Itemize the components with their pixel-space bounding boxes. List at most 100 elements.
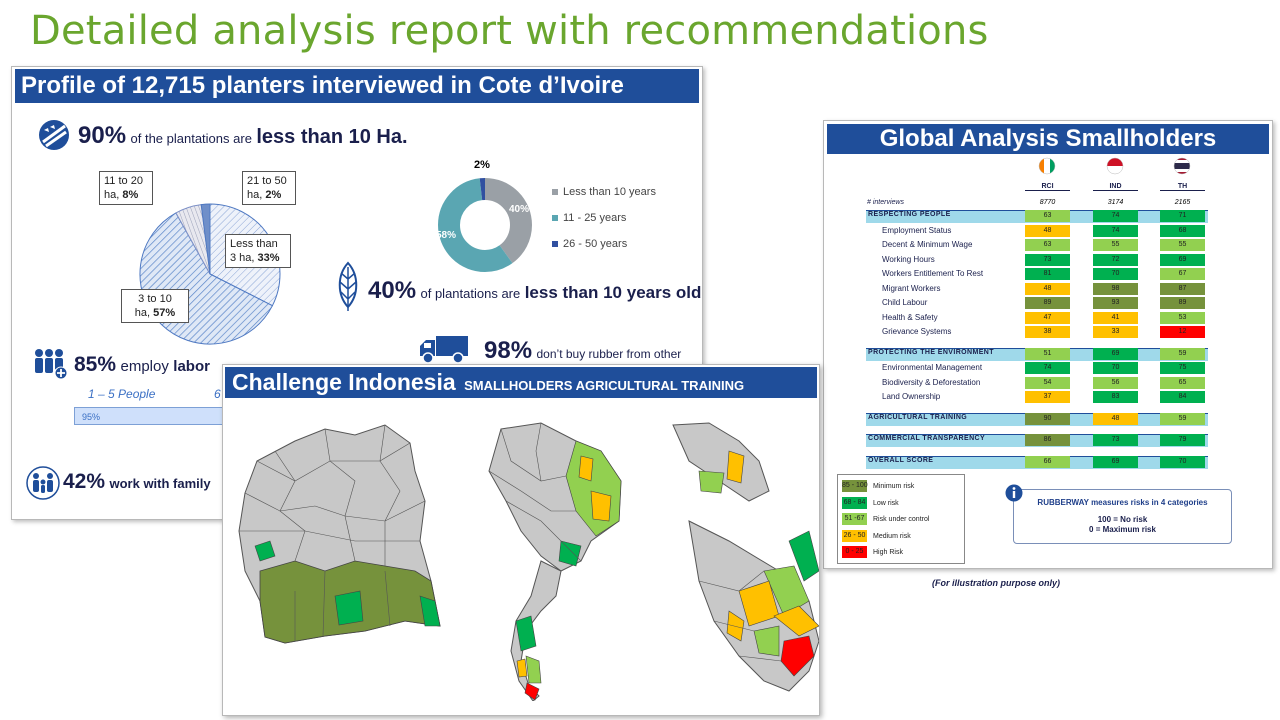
criterion-label: Working Hours (882, 254, 935, 264)
stat-buy-row: 98% don’t buy rubber from other (484, 337, 681, 365)
score-cell: 68 (1160, 224, 1205, 237)
score-cell: 55 (1093, 239, 1138, 251)
workers-icon (32, 347, 68, 386)
indonesia-header: Challenge Indonesia SMALLHOLDERS AGRICUL… (225, 367, 817, 398)
score-cell: 70 (1093, 362, 1138, 374)
category-label: AGRICULTURAL TRAINING (868, 413, 968, 421)
donut-label-top: 2% (474, 159, 490, 171)
page-title: Detailed analysis report with recommenda… (30, 8, 989, 54)
score-cell: 54 (1025, 376, 1070, 389)
score-cell: 86 (1025, 434, 1070, 446)
score-cell: 41 (1093, 311, 1138, 324)
score-cell: 63 (1025, 210, 1070, 222)
score-cell: 56 (1093, 376, 1138, 389)
stat-size-text: of the plantations are (130, 131, 252, 146)
labor-bar: 95% (74, 407, 224, 425)
category-label: OVERALL SCORE (868, 456, 934, 464)
labor-scale-right: 6 (214, 387, 221, 401)
score-cell: 74 (1093, 224, 1138, 237)
risk-legend-row: 68 - 84 Low risk (842, 496, 899, 511)
score-cell: 69 (1160, 253, 1205, 266)
score-cell: 48 (1025, 282, 1070, 295)
criterion-label: Decent & Minimum Wage (882, 240, 973, 249)
plantation-age-donut (430, 170, 540, 285)
risk-legend-row: 85 - 100 Minimum risk (842, 480, 914, 494)
map-sumatra (669, 421, 819, 715)
stat-labor-bold: labor (173, 358, 210, 375)
pie-callout-11to20: 11 to 20 ha, 8% (99, 171, 153, 205)
stat-age-bold: less than 10 years old (524, 283, 702, 302)
category-label: RESPECTING PEOPLE (868, 211, 951, 218)
score-cell: 73 (1093, 434, 1138, 446)
criterion-label: Land Ownership (882, 392, 941, 401)
score-cell: 51 (1025, 347, 1070, 360)
donut-legend-26to50: 26 - 50 years (552, 238, 627, 250)
score-cell: 67 (1160, 268, 1205, 280)
risk-legend-range: 51 -67 (842, 513, 867, 525)
stat-buy-value: 98% (484, 337, 533, 364)
score-cell: 75 (1160, 362, 1205, 374)
risk-legend-range: 0 - 25 (842, 546, 867, 558)
stat-age-row: 40% of plantations are less than 10 year… (368, 277, 702, 305)
risk-legend-row: 0 - 25 High Risk (842, 546, 903, 560)
criterion-label: Employment Status (882, 225, 952, 235)
criterion-label: Child Labour (882, 298, 928, 307)
stat-family-row: 42% work with family (63, 470, 211, 494)
donut-legend-less10: Less than 10 years (552, 186, 656, 198)
stat-labor-value: 85% (74, 353, 117, 376)
donut-label-right: 40% (509, 204, 530, 215)
criterion-label: Environmental Management (882, 363, 983, 372)
stat-buy-text: don’t buy rubber from other (536, 347, 682, 361)
score-cell: 69 (1093, 455, 1138, 468)
stat-size-value: 90% (78, 122, 127, 149)
indonesia-slide[interactable]: Challenge Indonesia SMALLHOLDERS AGRICUL… (222, 364, 820, 716)
score-cell: 74 (1025, 362, 1070, 374)
score-cell: 59 (1160, 412, 1205, 425)
info-box: RUBBERWAY measures risks in 4 categories… (1005, 484, 1232, 544)
score-cell: 66 (1025, 455, 1070, 468)
profile-header: Profile of 12,715 planters interviewed i… (15, 69, 699, 103)
score-cell: 48 (1025, 224, 1070, 237)
category-label: PROTECTING THE ENVIRONMENT (868, 348, 994, 356)
score-cell: 38 (1025, 326, 1070, 338)
plantation-size-icon (38, 118, 70, 157)
indonesia-title: Challenge Indonesia (232, 369, 456, 395)
score-cell: 59 (1160, 347, 1205, 360)
stat-size-bold: less than 10 Ha. (256, 126, 408, 148)
score-cell: 89 (1160, 297, 1205, 309)
info-line2: 0 = Maximum risk (1089, 525, 1156, 534)
leaf-icon (335, 261, 361, 318)
score-cell: 98 (1093, 282, 1138, 295)
score-cell: 37 (1025, 391, 1070, 403)
risk-legend-label: Medium risk (873, 532, 911, 540)
family-icon (25, 466, 61, 505)
score-cell: 74 (1093, 210, 1138, 222)
indonesia-subtitle: SMALLHOLDERS AGRICULTURAL TRAINING (464, 378, 745, 393)
score-cell: 83 (1093, 391, 1138, 403)
score-cell: 65 (1160, 376, 1205, 389)
info-line1: 100 = No risk (1097, 515, 1148, 524)
info-title: RUBBERWAY measures risks in 4 categories (1037, 498, 1208, 507)
score-cell: 79 (1160, 434, 1205, 446)
risk-legend-range: 26 - 50 (842, 529, 867, 542)
score-cell: 73 (1025, 253, 1070, 266)
score-cell: 33 (1093, 326, 1138, 338)
score-cell: 71 (1160, 210, 1205, 222)
score-cell: 84 (1160, 391, 1205, 403)
score-cell: 87 (1160, 282, 1205, 295)
stat-labor-row: 85% employ labor (74, 353, 210, 377)
risk-legend-row: 51 -67 Risk under control (842, 513, 929, 527)
risk-legend-label: Minimum risk (873, 482, 915, 490)
risk-legend-label: Risk under control (873, 515, 930, 523)
donut-legend-11to25: 11 - 25 years (552, 212, 626, 224)
score-cell: 12 (1160, 326, 1205, 338)
score-cell: 72 (1093, 253, 1138, 266)
donut-label-left: 58% (436, 230, 457, 241)
map-cote-divoire (235, 421, 445, 656)
criterion-label: Grievance Systems (882, 327, 952, 336)
stat-age-text: of plantations are (420, 286, 521, 301)
score-cell: 47 (1025, 311, 1070, 324)
criterion-label: Workers Entitlement To Rest (882, 269, 984, 278)
stat-family-value: 42% (63, 470, 106, 493)
score-cell: 53 (1160, 311, 1205, 324)
